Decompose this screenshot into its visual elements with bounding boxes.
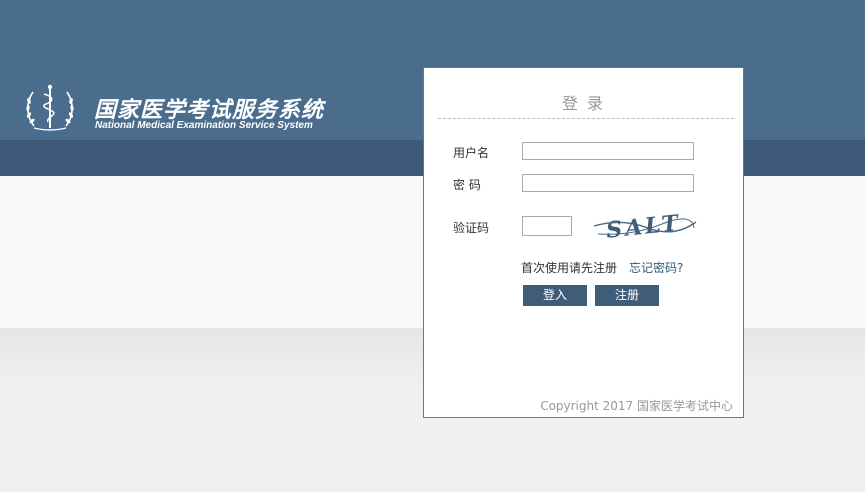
- site-subtitle: National Medical Examination Service Sys…: [95, 120, 313, 131]
- password-input[interactable]: [522, 174, 694, 192]
- copyright-text: Copyright 2017 国家医学考试中心: [540, 399, 733, 413]
- password-label: 密 码: [453, 178, 481, 192]
- login-button[interactable]: 登入: [523, 285, 587, 306]
- first-use-hint: 首次使用请先注册: [521, 261, 618, 275]
- login-panel: 登 录 用户名 密 码 验证码 SALT 首次使用请先注册 忘记密码? 登入 注…: [423, 67, 744, 418]
- forgot-password-link[interactable]: 忘记密码?: [629, 259, 683, 276]
- captcha-label: 验证码: [453, 221, 490, 235]
- login-title: 登 录: [561, 94, 606, 113]
- medical-emblem-logo: [26, 84, 74, 131]
- captcha-image[interactable]: SALT: [592, 208, 698, 242]
- register-button[interactable]: 注册: [595, 285, 659, 306]
- captcha-text: SALT: [605, 210, 682, 242]
- title-divider: [438, 118, 734, 119]
- captcha-input[interactable]: [522, 216, 572, 236]
- username-input[interactable]: [522, 142, 694, 160]
- username-label: 用户名: [453, 146, 490, 160]
